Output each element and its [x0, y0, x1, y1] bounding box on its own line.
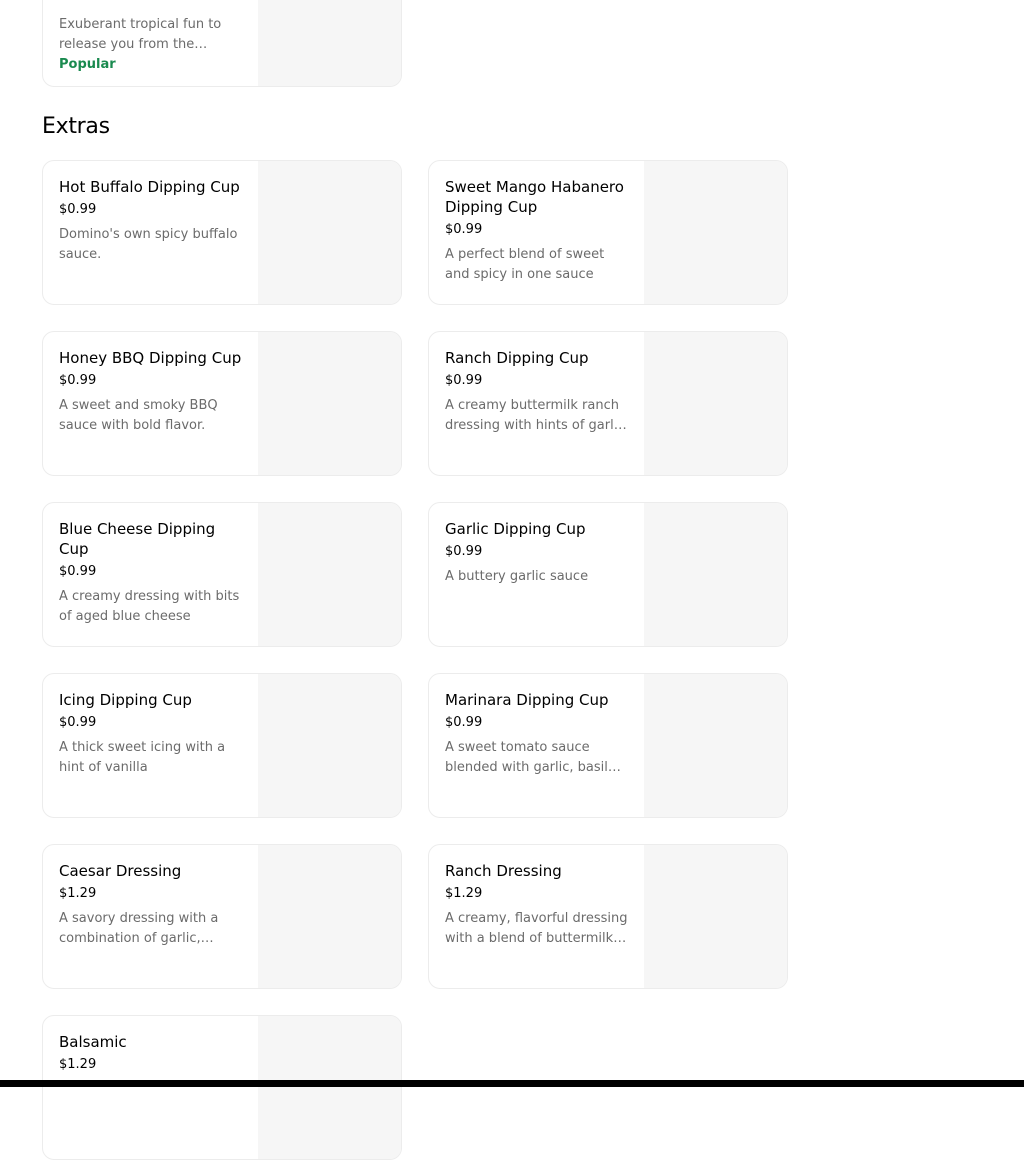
- menu-item-card[interactable]: Blue Cheese Dipping Cup $0.99 A creamy d…: [42, 502, 402, 647]
- menu-item-text: Honey BBQ Dipping Cup $0.99 A sweet and …: [59, 348, 243, 436]
- menu-item-description: A thick sweet icing with a hint of vanil…: [59, 740, 226, 775]
- bottom-bar: [0, 1080, 1024, 1087]
- menu-item-description: A savory dressing with a combination of …: [59, 911, 219, 946]
- menu-item-image: [258, 1016, 401, 1159]
- menu-item-text: Garlic Dipping Cup $0.99 A buttery garli…: [445, 519, 629, 587]
- menu-item-name: Balsamic: [59, 1033, 127, 1051]
- menu-item-description: Domino's own spicy buffalo sauce.: [59, 227, 238, 262]
- menu-item-text: Balsamic $1.29: [59, 1032, 243, 1080]
- menu-item-card[interactable]: Icing Dipping Cup $0.99 A thick sweet ic…: [42, 673, 402, 818]
- menu-item-name: Ranch Dipping Cup: [445, 349, 589, 367]
- menu-item-image: [644, 845, 787, 988]
- menu-item-card[interactable]: Hot Buffalo Dipping Cup $0.99 Domino's o…: [42, 160, 402, 305]
- menu-item-card[interactable]: Honey BBQ Dipping Cup $0.99 A sweet and …: [42, 331, 402, 476]
- menu-item-text: Caesar Dressing $1.29 A savory dressing …: [59, 861, 243, 949]
- menu-item-price: $1.29: [59, 1057, 97, 1072]
- menu-item-name: Icing Dipping Cup: [59, 691, 192, 709]
- menu-item-image: [258, 503, 401, 646]
- menu-item-name: Sweet Mango Habanero Dipping Cup: [445, 178, 624, 216]
- menu-item-card[interactable]: Balsamic $1.29: [42, 1015, 402, 1160]
- menu-item-image: [258, 161, 401, 304]
- popular-badge: Popular: [59, 57, 116, 72]
- menu-item-price: $0.99: [445, 373, 483, 388]
- menu-item-price: $0.99: [445, 544, 483, 559]
- menu-item-name: Blue Cheese Dipping Cup: [59, 520, 216, 558]
- menu-item-text: Marinara Dipping Cup $0.99 A sweet tomat…: [445, 690, 629, 778]
- menu-item-price: $0.99: [445, 715, 483, 730]
- menu-item-price: $0.99: [445, 222, 483, 237]
- menu-item-price: $0.99: [59, 373, 97, 388]
- menu-item-text: Exuberant tropical fun to release you fr…: [59, 15, 243, 73]
- menu-item-text: Blue Cheese Dipping Cup $0.99 A creamy d…: [59, 519, 243, 627]
- menu-item-description: A creamy, flavorful dressing with a blen…: [445, 911, 628, 946]
- menu-item-text: Sweet Mango Habanero Dipping Cup $0.99 A…: [445, 177, 629, 285]
- menu-item-card-top[interactable]: Exuberant tropical fun to release you fr…: [42, 0, 402, 87]
- menu-item-card[interactable]: Ranch Dipping Cup $0.99 A creamy butterm…: [428, 331, 788, 476]
- menu-item-name: Honey BBQ Dipping Cup: [59, 349, 242, 367]
- menu-item-name: Marinara Dipping Cup: [445, 691, 609, 709]
- menu-item-description: A buttery garlic sauce: [445, 569, 589, 584]
- section-title-extras: Extras: [42, 114, 110, 139]
- menu-item-text: Icing Dipping Cup $0.99 A thick sweet ic…: [59, 690, 243, 778]
- menu-item-price: $0.99: [59, 564, 97, 579]
- menu-item-price: $0.99: [59, 715, 97, 730]
- menu-item-text: Hot Buffalo Dipping Cup $0.99 Domino's o…: [59, 177, 243, 265]
- menu-item-price: $1.29: [59, 886, 97, 901]
- menu-item-card[interactable]: Garlic Dipping Cup $0.99 A buttery garli…: [428, 502, 788, 647]
- menu-item-image: [258, 332, 401, 475]
- menu-item-image: [258, 674, 401, 817]
- menu-item-name: Caesar Dressing: [59, 862, 182, 880]
- menu-item-text: Ranch Dressing $1.29 A creamy, flavorful…: [445, 861, 629, 949]
- menu-item-image: [644, 332, 787, 475]
- menu-item-image: [644, 161, 787, 304]
- menu-item-card[interactable]: Caesar Dressing $1.29 A savory dressing …: [42, 844, 402, 989]
- menu-item-image: [258, 0, 401, 86]
- menu-item-card[interactable]: Ranch Dressing $1.29 A creamy, flavorful…: [428, 844, 788, 989]
- menu-item-description: A creamy buttermilk ranch dressing with …: [445, 398, 625, 433]
- menu-item-image: [258, 845, 401, 988]
- menu-item-description: A sweet tomato sauce blended with garlic…: [445, 740, 608, 775]
- menu-item-card[interactable]: Marinara Dipping Cup $0.99 A sweet tomat…: [428, 673, 788, 818]
- menu-item-description: Exuberant tropical fun to release you fr…: [59, 17, 222, 52]
- menu-item-text: Ranch Dipping Cup $0.99 A creamy butterm…: [445, 348, 629, 436]
- menu-item-card[interactable]: Sweet Mango Habanero Dipping Cup $0.99 A…: [428, 160, 788, 305]
- menu-item-image: [644, 503, 787, 646]
- menu-item-description: A sweet and smoky BBQ sauce with bold fl…: [59, 398, 218, 433]
- menu-item-price: $1.29: [445, 886, 483, 901]
- menu-item-image: [644, 674, 787, 817]
- menu-item-description: A creamy dressing with bits of aged blue…: [59, 589, 240, 624]
- menu-item-name: Ranch Dressing: [445, 862, 562, 880]
- menu-item-name: Hot Buffalo Dipping Cup: [59, 178, 240, 196]
- menu-item-price: $0.99: [59, 202, 97, 217]
- menu-item-description: A perfect blend of sweet and spicy in on…: [445, 247, 605, 282]
- menu-item-name: Garlic Dipping Cup: [445, 520, 586, 538]
